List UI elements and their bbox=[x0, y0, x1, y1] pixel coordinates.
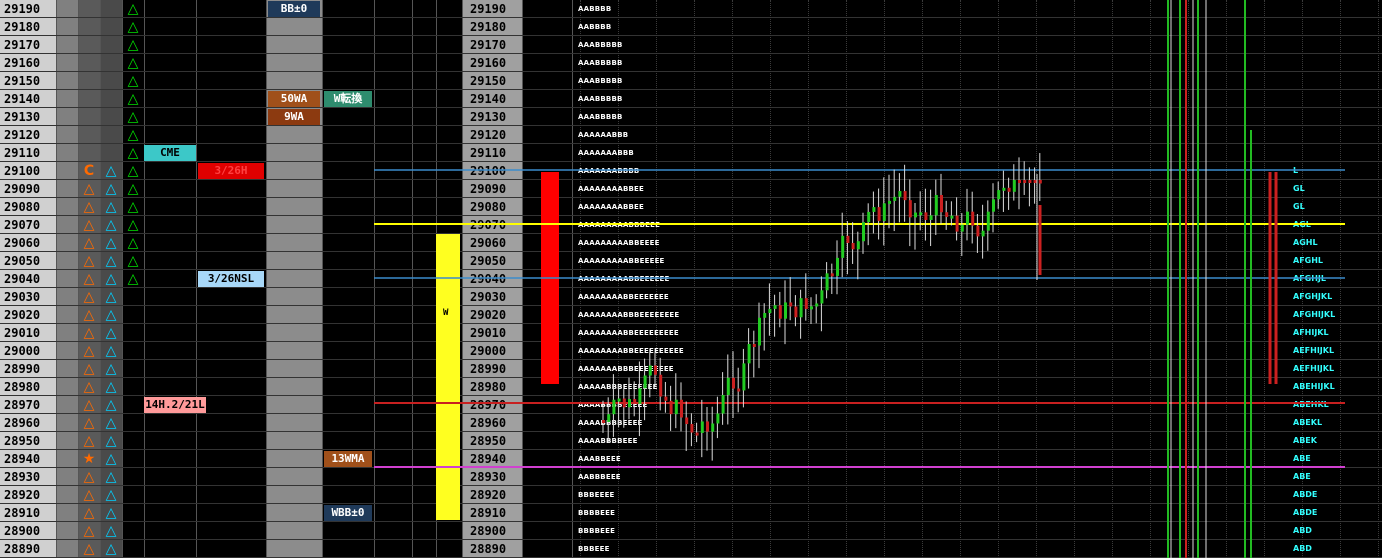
candle-body bbox=[700, 421, 704, 433]
candle-body bbox=[747, 343, 751, 364]
candle-body bbox=[1002, 187, 1006, 191]
candle-body bbox=[898, 191, 902, 197]
candle-body bbox=[992, 199, 995, 212]
candle-body bbox=[919, 212, 923, 216]
candle-body bbox=[862, 222, 865, 242]
candle-body bbox=[695, 432, 699, 436]
candle-body bbox=[888, 200, 891, 204]
candle-body bbox=[856, 241, 860, 250]
candle-body bbox=[810, 306, 813, 310]
candle-body bbox=[799, 298, 803, 318]
candle-body bbox=[955, 215, 959, 232]
candle-body bbox=[825, 273, 829, 291]
candle-body bbox=[872, 207, 876, 212]
candle-body bbox=[836, 257, 839, 276]
candle-body bbox=[742, 363, 746, 391]
candle-body bbox=[768, 308, 772, 314]
candle-body bbox=[903, 191, 907, 201]
candle-body bbox=[997, 190, 1001, 200]
candle-body bbox=[690, 424, 694, 433]
candle-chart bbox=[374, 0, 1345, 558]
candle-body bbox=[643, 375, 647, 389]
candle-body bbox=[986, 211, 990, 231]
candle-body bbox=[1033, 180, 1037, 183]
candle-body bbox=[929, 215, 933, 220]
candle-body bbox=[737, 388, 741, 392]
candle-body bbox=[1028, 180, 1032, 183]
candle-body bbox=[711, 423, 715, 432]
candle-body bbox=[633, 399, 637, 404]
candle-body bbox=[867, 211, 871, 223]
candle-body bbox=[752, 343, 756, 347]
candle-body bbox=[778, 305, 782, 319]
candle-body bbox=[638, 388, 642, 404]
candle-body bbox=[669, 400, 673, 415]
candle-body bbox=[1012, 180, 1016, 192]
candle-body bbox=[1023, 180, 1027, 183]
candle-body bbox=[674, 399, 678, 415]
candle-body bbox=[659, 374, 663, 397]
candle-body bbox=[908, 200, 912, 218]
candle-body bbox=[773, 305, 777, 309]
candle-body bbox=[976, 225, 980, 237]
candle-body bbox=[971, 211, 975, 226]
candle-body bbox=[851, 242, 855, 250]
candle-body bbox=[706, 421, 709, 432]
candle-body bbox=[830, 273, 834, 277]
candle-body bbox=[945, 212, 949, 217]
candle-body bbox=[1038, 180, 1042, 184]
candle-body bbox=[680, 399, 683, 418]
candle-body bbox=[815, 303, 819, 307]
candle-body bbox=[607, 414, 611, 423]
candle-body bbox=[794, 306, 798, 318]
candle-body bbox=[882, 203, 886, 221]
candle-body bbox=[732, 377, 735, 389]
candle-body bbox=[716, 413, 720, 424]
candle-body bbox=[960, 224, 964, 232]
candle-body bbox=[841, 235, 845, 258]
candle-body bbox=[648, 365, 652, 376]
candle-body bbox=[726, 377, 730, 395]
candle-body bbox=[846, 235, 850, 243]
candle-body bbox=[877, 207, 881, 221]
candle-body bbox=[654, 365, 657, 375]
candle-body bbox=[664, 396, 668, 401]
candle-body bbox=[1007, 187, 1011, 192]
candle-body bbox=[602, 420, 605, 423]
candle-body bbox=[628, 399, 631, 408]
candle-body bbox=[820, 290, 824, 304]
candle-body bbox=[617, 398, 621, 402]
candle-body bbox=[966, 211, 969, 225]
candle-body bbox=[685, 417, 689, 425]
candle-body bbox=[934, 195, 938, 216]
candle-body bbox=[721, 394, 725, 414]
candle-body bbox=[763, 313, 767, 318]
candle-body bbox=[622, 398, 626, 408]
candle-body bbox=[1018, 180, 1021, 183]
candle-body bbox=[893, 196, 897, 201]
candle-body bbox=[612, 399, 616, 415]
candle-body bbox=[784, 302, 787, 319]
candle-body bbox=[924, 212, 928, 220]
candle-body bbox=[758, 317, 761, 346]
candle-body bbox=[940, 195, 943, 213]
candle-body bbox=[950, 215, 954, 219]
candle-body bbox=[804, 298, 808, 309]
candle-body bbox=[789, 302, 793, 307]
candle-body bbox=[914, 212, 917, 218]
candle-body bbox=[981, 230, 985, 237]
